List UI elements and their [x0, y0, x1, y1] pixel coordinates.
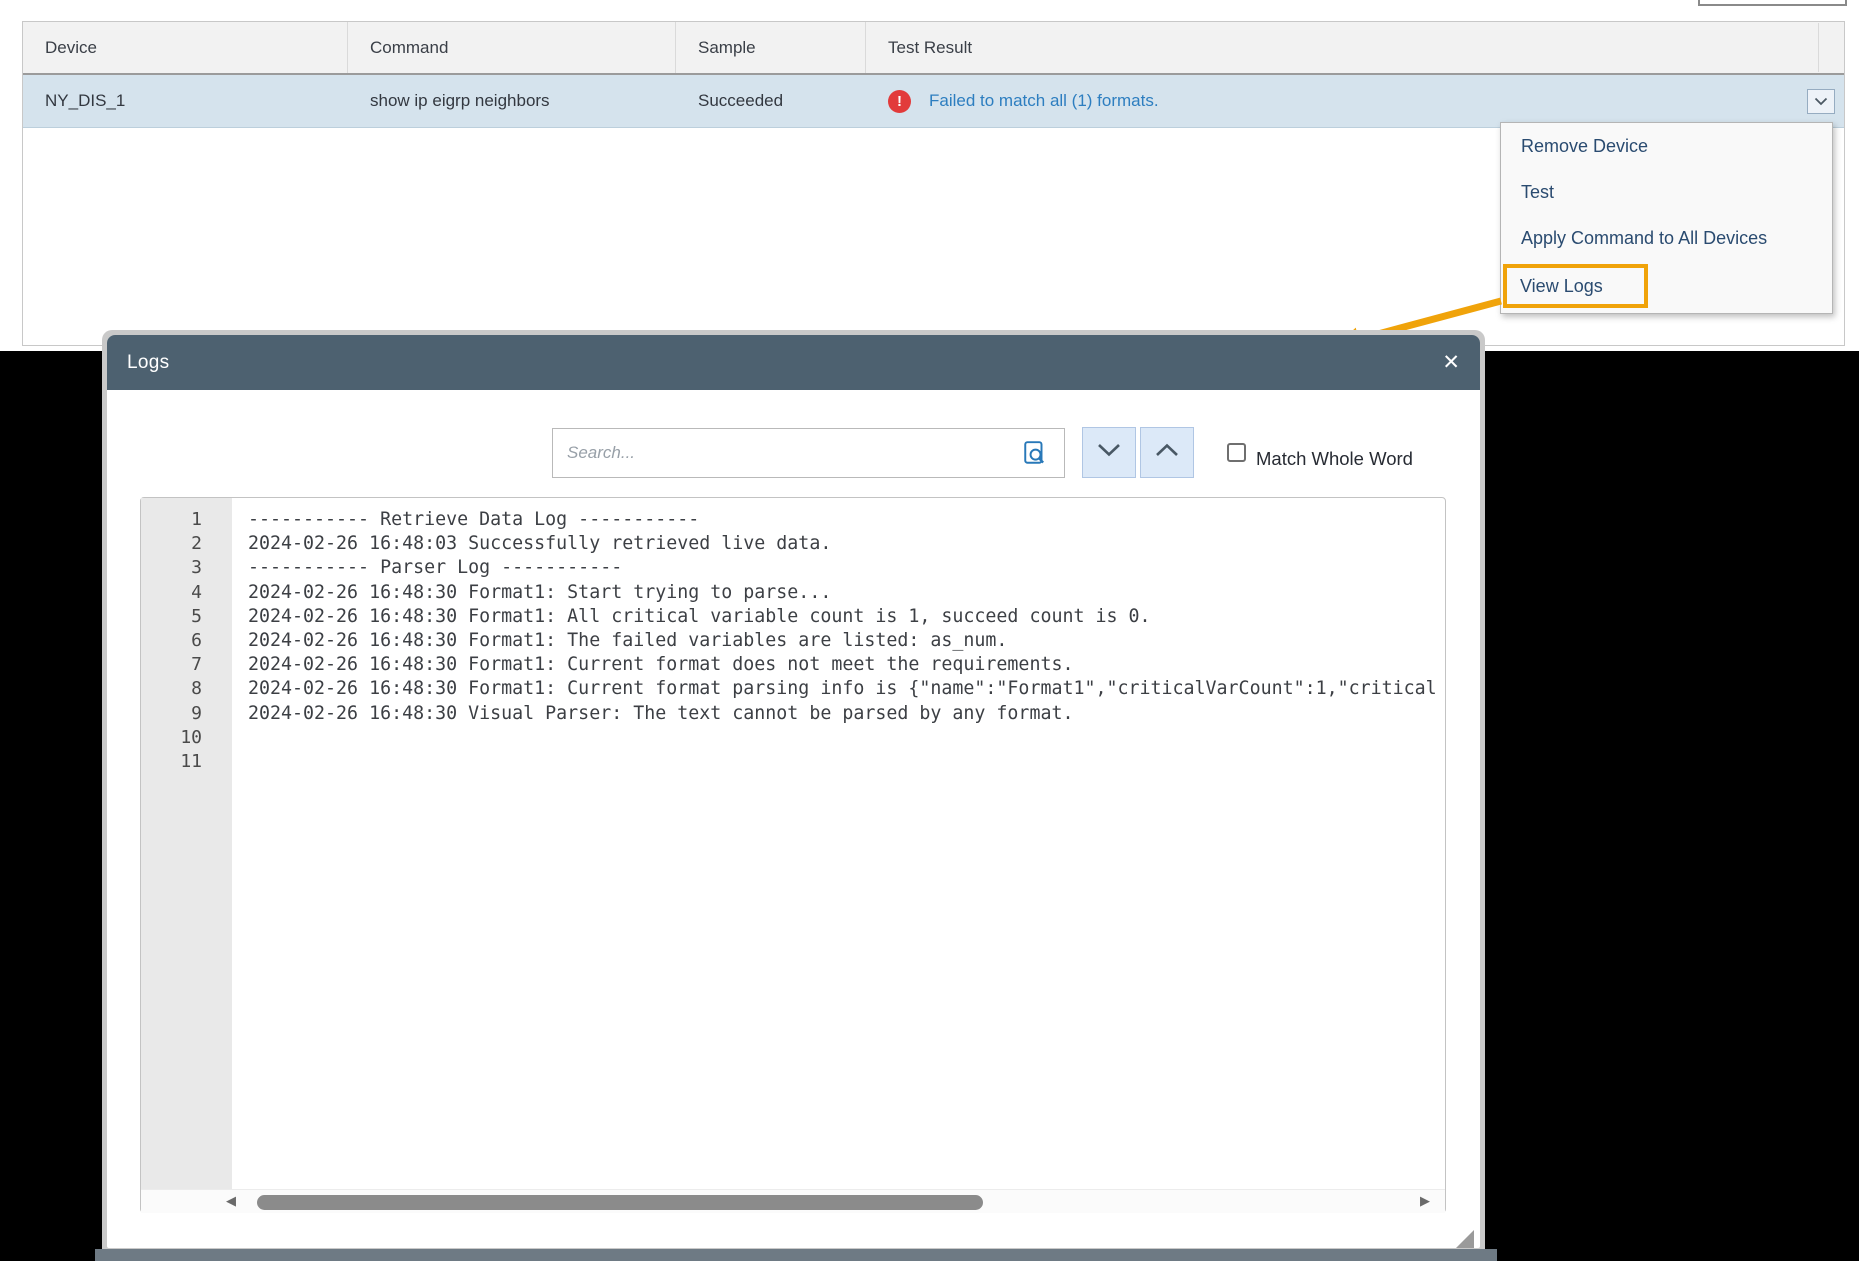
log-line: 2024-02-26 16:48:30 Format1: The failed … — [248, 630, 1008, 652]
line-number: 6 — [191, 630, 202, 652]
bottom-edge-band — [95, 1249, 1497, 1261]
screenshot-root: Device Command Sample Test Result NY_DIS… — [0, 0, 1859, 1261]
table-row[interactable]: NY_DIS_1 show ip eigrp neighbors Succeed… — [23, 75, 1844, 128]
menu-item-remove-device[interactable]: Remove Device — [1501, 123, 1832, 169]
column-header-sample: Sample — [676, 22, 866, 73]
line-number: 7 — [191, 654, 202, 676]
horizontal-scrollbar-thumb[interactable] — [257, 1195, 983, 1210]
line-number: 3 — [191, 557, 202, 579]
search-input[interactable] — [552, 428, 1065, 478]
line-number: 4 — [191, 581, 202, 603]
header-divider — [1818, 23, 1819, 72]
view-logs-highlight-box: View Logs — [1503, 264, 1648, 308]
cell-test-result: ! Failed to match all (1) formats. — [866, 75, 1844, 127]
line-number: 9 — [191, 702, 202, 724]
search-in-document-icon[interactable] — [1022, 440, 1048, 466]
log-line: 2024-02-26 16:48:30 Format1: Current for… — [248, 678, 1437, 700]
cell-device: NY_DIS_1 — [45, 91, 126, 110]
column-header-test-result: Test Result — [888, 37, 973, 57]
table-header-row: Device Command Sample Test Result — [23, 22, 1844, 75]
scroll-right-arrow-icon[interactable]: ▶ — [1420, 1193, 1436, 1209]
cutoff-element-fragment — [1698, 0, 1847, 6]
line-number: 5 — [191, 605, 202, 627]
log-content: ----------- Retrieve Data Log ----------… — [248, 498, 1443, 1208]
find-next-button[interactable] — [1082, 427, 1136, 478]
line-number: 2 — [191, 533, 202, 555]
menu-item-apply-command-to-all-devices[interactable]: Apply Command to All Devices — [1501, 215, 1832, 261]
log-line: ----------- Retrieve Data Log ----------… — [248, 509, 700, 530]
column-header-command: Command — [348, 22, 676, 73]
log-line: 2024-02-26 16:48:03 Successfully retriev… — [248, 533, 832, 555]
row-actions-dropdown-button[interactable] — [1807, 89, 1835, 114]
log-line: ----------- Parser Log ----------- — [248, 557, 623, 579]
dialog-title: Logs — [127, 351, 170, 373]
line-number: 10 — [180, 726, 202, 748]
line-number: 11 — [180, 751, 202, 773]
menu-item-test[interactable]: Test — [1501, 169, 1832, 215]
chevron-up-icon — [1155, 443, 1179, 462]
line-number: 1 — [191, 509, 202, 530]
chevron-down-icon — [1814, 93, 1828, 111]
line-number-gutter: 1 2 3 4 5 6 7 8 9 10 11 — [141, 498, 232, 1212]
error-badge-icon: ! — [888, 89, 911, 113]
dialog-resize-grip[interactable] — [1456, 1230, 1474, 1248]
close-icon[interactable]: ✕ — [1442, 335, 1460, 390]
cell-sample: Succeeded — [698, 91, 784, 110]
line-number: 8 — [191, 678, 202, 700]
cell-command: show ip eigrp neighbors — [370, 91, 550, 110]
scroll-left-arrow-icon[interactable]: ◀ — [226, 1193, 242, 1209]
test-result-link[interactable]: Failed to match all (1) formats. — [929, 91, 1159, 111]
log-line: 2024-02-26 16:48:30 Format1: Current for… — [248, 654, 1074, 676]
find-previous-button[interactable] — [1140, 427, 1194, 478]
chevron-down-icon — [1097, 443, 1121, 462]
menu-item-view-logs[interactable]: View Logs — [1507, 276, 1603, 297]
log-line: 2024-02-26 16:48:30 Visual Parser: The t… — [248, 702, 1074, 724]
logs-dialog-titlebar[interactable]: Logs ✕ — [107, 335, 1480, 390]
column-header-device: Device — [23, 22, 348, 73]
match-whole-word-checkbox[interactable] — [1227, 443, 1246, 462]
log-line: 2024-02-26 16:48:30 Format1: All critica… — [248, 605, 1151, 627]
log-line: 2024-02-26 16:48:30 Format1: Start tryin… — [248, 581, 832, 603]
match-whole-word-label[interactable]: Match Whole Word — [1256, 448, 1413, 470]
